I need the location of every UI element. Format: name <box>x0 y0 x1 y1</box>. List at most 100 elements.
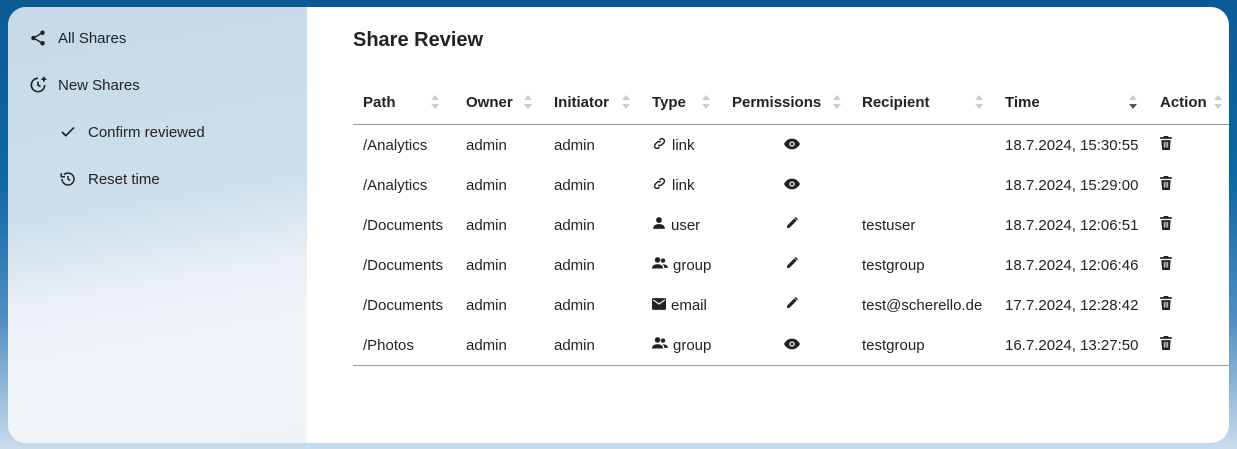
table-row: /Photos admin admin group testgroup 16.7.2024… <box>353 325 1229 366</box>
trash-icon[interactable] <box>1160 256 1172 274</box>
type-cell: group <box>642 325 722 366</box>
column-header-recipient[interactable]: Recipient <box>852 80 995 125</box>
sidebar-item-label: Confirm reviewed <box>88 123 205 141</box>
owner-cell: admin <box>466 256 507 274</box>
sort-icon <box>1214 94 1222 110</box>
time-cell: 17.7.2024, 12:28:42 <box>1005 296 1139 314</box>
path-cell: /Documents <box>363 216 444 234</box>
path-cell: /Analytics <box>363 136 428 154</box>
sort-icon <box>975 94 983 110</box>
action-cell <box>1150 205 1229 245</box>
owner-cell: admin <box>456 325 544 366</box>
column-header-action[interactable]: Action <box>1150 80 1229 125</box>
recipient-cell <box>852 125 995 166</box>
type-label: email <box>671 296 707 314</box>
share-icon <box>28 28 48 48</box>
link-icon <box>652 136 667 155</box>
action-cell <box>1150 165 1229 205</box>
type-label: link <box>672 136 695 154</box>
type-label: link <box>672 176 695 194</box>
type-cell: link <box>642 165 722 205</box>
sidebar-item-all-shares[interactable]: All Shares <box>28 23 126 53</box>
check-icon <box>58 122 78 142</box>
table-row: /Documents admin admin group testgroup 18.7.2… <box>353 245 1229 285</box>
trash-icon[interactable] <box>1160 296 1172 314</box>
clock-plus-icon <box>28 75 48 95</box>
type-label: group <box>673 336 712 354</box>
link-icon <box>652 176 667 195</box>
permission-cell <box>722 165 852 205</box>
column-header-time[interactable]: Time <box>995 80 1150 125</box>
view-icon <box>784 137 800 154</box>
app-window: All Shares New Shares Confirm reviewed R… <box>8 7 1229 443</box>
owner-cell: admin <box>466 136 507 154</box>
recipient-cell: testuser <box>862 216 916 234</box>
initiator-cell: admin <box>554 256 595 274</box>
owner-cell: admin <box>466 176 507 194</box>
action-cell <box>1150 325 1229 366</box>
recipient-cell: testgroup <box>852 325 995 366</box>
user-icon <box>652 216 666 234</box>
sort-icon <box>622 94 630 110</box>
edit-icon <box>785 296 799 314</box>
path-cell: /Analytics <box>363 176 428 194</box>
table-row: /Documents admin admin email test@scherello.… <box>353 285 1229 325</box>
time-cell: 18.7.2024, 12:06:51 <box>1005 216 1139 234</box>
initiator-cell: admin <box>554 136 595 154</box>
edit-icon <box>785 256 799 274</box>
recipient-cell: test@scherello.de <box>862 296 983 314</box>
permission-cell <box>722 245 852 285</box>
type-cell: email <box>642 285 722 325</box>
permission-cell <box>722 205 852 245</box>
trash-icon[interactable] <box>1160 176 1172 194</box>
column-header-initiator[interactable]: Initiator <box>544 80 642 125</box>
sidebar: All Shares New Shares Confirm reviewed R… <box>8 7 307 443</box>
sidebar-item-label: Reset time <box>88 170 160 188</box>
time-cell: 18.7.2024, 12:06:46 <box>1005 256 1139 274</box>
time-cell: 18.7.2024, 15:29:00 <box>1005 176 1139 194</box>
type-label: group <box>673 256 712 274</box>
action-cell <box>1150 285 1229 325</box>
recipient-cell <box>852 165 995 205</box>
action-cell <box>1150 245 1229 285</box>
initiator-cell: admin <box>554 176 595 194</box>
column-header-owner[interactable]: Owner <box>456 80 544 125</box>
path-cell: /Photos <box>353 325 456 366</box>
sort-icon <box>524 94 532 110</box>
recipient-cell: testgroup <box>862 256 925 274</box>
path-cell: /Documents <box>363 256 444 274</box>
trash-icon[interactable] <box>1160 216 1172 234</box>
permission-cell <box>722 125 852 166</box>
type-cell: group <box>642 245 722 285</box>
action-cell <box>1150 125 1229 166</box>
trash-icon[interactable] <box>1160 336 1172 354</box>
table-header-row: Path Owner Initiator Type Permissions Re… <box>353 80 1229 125</box>
owner-cell: admin <box>466 216 507 234</box>
sidebar-item-label: All Shares <box>58 29 127 47</box>
type-label: user <box>671 216 701 234</box>
sidebar-item-reset-time[interactable]: Reset time <box>58 164 160 194</box>
type-cell: link <box>642 125 722 166</box>
column-header-permissions[interactable]: Permissions <box>722 80 852 125</box>
column-header-type[interactable]: Type <box>642 80 722 125</box>
column-header-path[interactable]: Path <box>353 80 456 125</box>
path-cell: /Documents <box>363 296 444 314</box>
view-icon <box>784 337 800 354</box>
sort-desc-icon <box>1129 94 1137 110</box>
table-row: /Documents admin admin user testuser 18.7.202… <box>353 205 1229 245</box>
view-icon <box>784 177 800 194</box>
sidebar-item-label: New Shares <box>58 76 140 94</box>
sort-icon <box>833 94 841 110</box>
sort-icon <box>702 94 710 110</box>
edit-icon <box>785 216 799 234</box>
sidebar-item-new-shares[interactable]: New Shares <box>28 70 140 100</box>
group-icon <box>652 256 668 274</box>
sort-icon <box>431 94 439 110</box>
page-title: Share Review <box>353 29 484 51</box>
sidebar-item-confirm-reviewed[interactable]: Confirm reviewed <box>58 117 205 147</box>
main-content: Share Review Path Owner Initiator Type P… <box>307 7 1229 443</box>
owner-cell: admin <box>466 296 507 314</box>
trash-icon[interactable] <box>1160 136 1172 154</box>
initiator-cell: admin <box>544 325 642 366</box>
time-cell: 16.7.2024, 13:27:50 <box>995 325 1150 366</box>
